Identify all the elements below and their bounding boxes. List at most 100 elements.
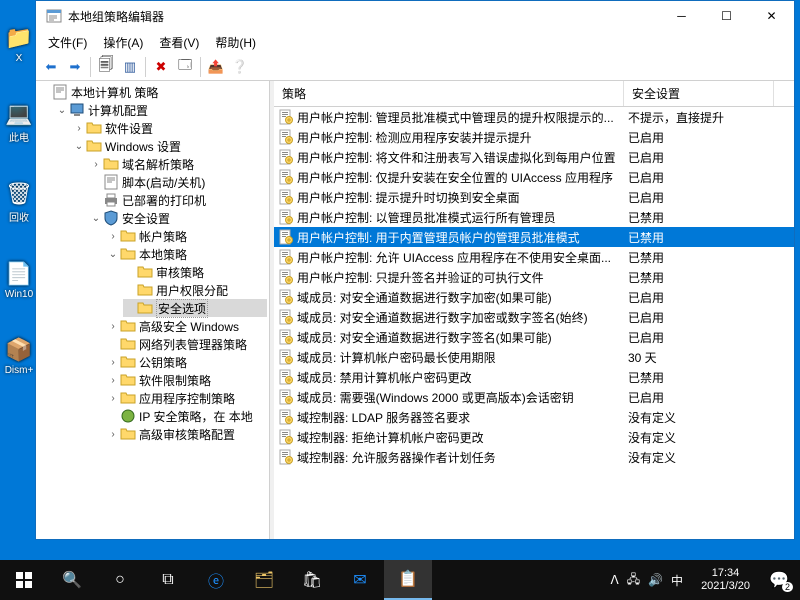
export-button[interactable]: 📤	[205, 56, 227, 78]
policy-row[interactable]: 用户帐户控制: 将文件和注册表写入错误虚拟化到每用户位置 已启用	[274, 147, 794, 167]
policy-row[interactable]: 域成员: 对安全通道数据进行数字签名(如果可能) 已启用	[274, 327, 794, 347]
edge-taskbar-icon[interactable]: ⓔ	[192, 560, 240, 600]
close-button[interactable]: ✕	[749, 1, 794, 31]
menu-item[interactable]: 帮助(H)	[207, 32, 264, 53]
tree-ipsec[interactable]: IP 安全策略，在 本地	[106, 407, 267, 425]
policy-row[interactable]: 用户帐户控制: 以管理员批准模式运行所有管理员 已禁用	[274, 207, 794, 227]
tree-twist-icon[interactable]: ›	[106, 231, 120, 242]
desktop-icon[interactable]: 📁X	[0, 25, 38, 64]
policy-row[interactable]: 域成员: 对安全通道数据进行数字加密或数字签名(始终) 已启用	[274, 307, 794, 327]
tree-twist-icon[interactable]: ›	[106, 375, 120, 386]
up-button[interactable]: 🗐	[95, 56, 117, 78]
cortana-button[interactable]: ○	[96, 560, 144, 600]
desktop: 📁X 💻此电 🗑回收 📄Win10 📦Dism+	[0, 0, 40, 560]
desktop-icon[interactable]: 📄Win10	[0, 261, 38, 300]
policy-row[interactable]: 域成员: 需要强(Windows 2000 或更高版本)会话密钥 已启用	[274, 387, 794, 407]
policy-name: 域成员: 对安全通道数据进行数字加密或数字签名(始终)	[297, 309, 588, 326]
gpedit-taskbar-icon[interactable]: 📋	[384, 560, 432, 600]
mail-taskbar-icon[interactable]: ✉	[336, 560, 384, 600]
tree-firewall[interactable]: ›高级安全 Windows	[106, 317, 267, 335]
tree-softrestrict[interactable]: ›软件限制策略	[106, 371, 267, 389]
policy-row[interactable]: 用户帐户控制: 管理员批准模式中管理员的提升权限提示的... 不提示，直接提升	[274, 107, 794, 127]
column-policy[interactable]: 策略	[274, 81, 624, 106]
back-button[interactable]: ⬅	[40, 56, 62, 78]
tree-twist-icon[interactable]: ⌄	[72, 141, 86, 152]
gpedit-window: 本地组策略编辑器 ─ ☐ ✕ 文件(F)操作(A)查看(V)帮助(H) ⬅ ➡ …	[35, 0, 795, 540]
delete-button[interactable]: ✖	[150, 56, 172, 78]
tree-windows[interactable]: ⌄Windows 设置	[72, 137, 267, 155]
tree-twist-icon[interactable]: ›	[72, 123, 86, 134]
policy-row[interactable]: 用户帐户控制: 提示提升时切换到安全桌面 已启用	[274, 187, 794, 207]
tree-software[interactable]: ›软件设置	[72, 119, 267, 137]
menu-item[interactable]: 操作(A)	[95, 32, 151, 53]
desktop-icon[interactable]: 📦Dism+	[0, 337, 38, 376]
tree-twist-icon[interactable]: ›	[106, 393, 120, 404]
maximize-button[interactable]: ☐	[704, 1, 749, 31]
tree-security-options[interactable]: 安全选项	[123, 299, 267, 317]
tree-twist-icon[interactable]: ›	[106, 429, 120, 440]
tree-twist-icon[interactable]: ⌄	[106, 249, 120, 260]
tree-twist-icon[interactable]: ⌄	[55, 105, 69, 116]
minimize-button[interactable]: ─	[659, 1, 704, 31]
policy-row[interactable]: 用户帐户控制: 检测应用程序安装并提示提升 已启用	[274, 127, 794, 147]
tree-twist-icon[interactable]: ›	[106, 321, 120, 332]
titlebar[interactable]: 本地组策略编辑器 ─ ☐ ✕	[36, 1, 794, 31]
policy-row[interactable]: 用户帐户控制: 允许 UIAccess 应用程序在不使用安全桌面... 已禁用	[274, 247, 794, 267]
tree-scripts[interactable]: 脚本(启动/关机)	[89, 173, 267, 191]
policy-row[interactable]: 用户帐户控制: 仅提升安装在安全位置的 UIAccess 应用程序 已启用	[274, 167, 794, 187]
policy-setting: 已禁用	[624, 229, 774, 246]
tree-appcontrol[interactable]: ›应用程序控制策略	[106, 389, 267, 407]
tree-security[interactable]: ⌄安全设置	[89, 209, 267, 227]
tree-twist-icon[interactable]: ›	[89, 159, 103, 170]
desktop-icon[interactable]: 🗑回收	[0, 181, 38, 224]
folder-icon	[120, 372, 136, 388]
tree-root[interactable]: 本地计算机 策略	[38, 83, 267, 101]
tree-twist-icon[interactable]: ⌄	[89, 213, 103, 224]
taskview-button[interactable]: ⧉	[144, 560, 192, 600]
network-icon[interactable]: 🖧	[627, 570, 640, 591]
tree-pubkey[interactable]: ›公钥策略	[106, 353, 267, 371]
store-taskbar-icon[interactable]: 🛍	[288, 560, 336, 600]
volume-icon[interactable]: 🔊	[648, 573, 663, 587]
policy-row[interactable]: 域控制器: 允许服务器操作者计划任务 没有定义	[274, 447, 794, 467]
clock[interactable]: 17:34 2021/3/20	[693, 567, 758, 593]
help-button[interactable]: ❔	[229, 56, 251, 78]
policy-tree[interactable]: 本地计算机 策略 ⌄计算机配置 ›软件设置 ⌄Windows 设置 ›域名解析策…	[38, 83, 267, 443]
policy-setting: 已禁用	[624, 209, 774, 226]
tree-dns[interactable]: ›域名解析策略	[89, 155, 267, 173]
policy-row[interactable]: 域控制器: LDAP 服务器签名要求 没有定义	[274, 407, 794, 427]
system-tray[interactable]: ᐱ 🖧 🔊 中	[600, 570, 693, 591]
column-setting[interactable]: 安全设置	[624, 81, 774, 106]
policy-icon	[278, 429, 294, 445]
explorer-taskbar-icon[interactable]: 🗂	[240, 560, 288, 600]
start-button[interactable]	[0, 560, 48, 600]
tree-panel[interactable]: 本地计算机 策略 ⌄计算机配置 ›软件设置 ⌄Windows 设置 ›域名解析策…	[36, 81, 270, 539]
policy-row[interactable]: 用户帐户控制: 用于内置管理员帐户的管理员批准模式 已禁用	[274, 227, 794, 247]
tray-chevron-icon[interactable]: ᐱ	[610, 573, 618, 587]
tree-local[interactable]: ⌄本地策略	[106, 245, 267, 263]
tree-advaudit[interactable]: ›高级审核策略配置	[106, 425, 267, 443]
show-hide-tree-button[interactable]: ▥	[119, 56, 141, 78]
menu-item[interactable]: 文件(F)	[40, 32, 95, 53]
tree-printers[interactable]: 已部署的打印机	[89, 191, 267, 209]
tree-computer-config[interactable]: ⌄计算机配置	[55, 101, 267, 119]
desktop-icon[interactable]: 💻此电	[0, 101, 38, 144]
search-button[interactable]: 🔍	[48, 560, 96, 600]
ime-indicator[interactable]: 中	[671, 572, 683, 589]
policy-row[interactable]: 域成员: 禁用计算机帐户密码更改 已禁用	[274, 367, 794, 387]
tree-account[interactable]: ›帐户策略	[106, 227, 267, 245]
tree-audit[interactable]: 审核策略	[123, 263, 267, 281]
tree-netlist[interactable]: 网络列表管理器策略	[106, 335, 267, 353]
tree-user-rights[interactable]: 用户权限分配	[123, 281, 267, 299]
folder-icon	[120, 336, 136, 352]
forward-button[interactable]: ➡	[64, 56, 86, 78]
menu-item[interactable]: 查看(V)	[151, 32, 207, 53]
tree-twist-icon[interactable]: ›	[106, 357, 120, 368]
list-panel[interactable]: 策略 安全设置 用户帐户控制: 管理员批准模式中管理员的提升权限提示的... 不…	[274, 81, 794, 539]
policy-row[interactable]: 域成员: 对安全通道数据进行数字加密(如果可能) 已启用	[274, 287, 794, 307]
policy-row[interactable]: 域成员: 计算机帐户密码最长使用期限 30 天	[274, 347, 794, 367]
action-center-button[interactable]: 💬2	[758, 560, 800, 600]
properties-button[interactable]: 🗔	[174, 56, 196, 78]
policy-row[interactable]: 域控制器: 拒绝计算机帐户密码更改 没有定义	[274, 427, 794, 447]
policy-row[interactable]: 用户帐户控制: 只提升签名并验证的可执行文件 已禁用	[274, 267, 794, 287]
